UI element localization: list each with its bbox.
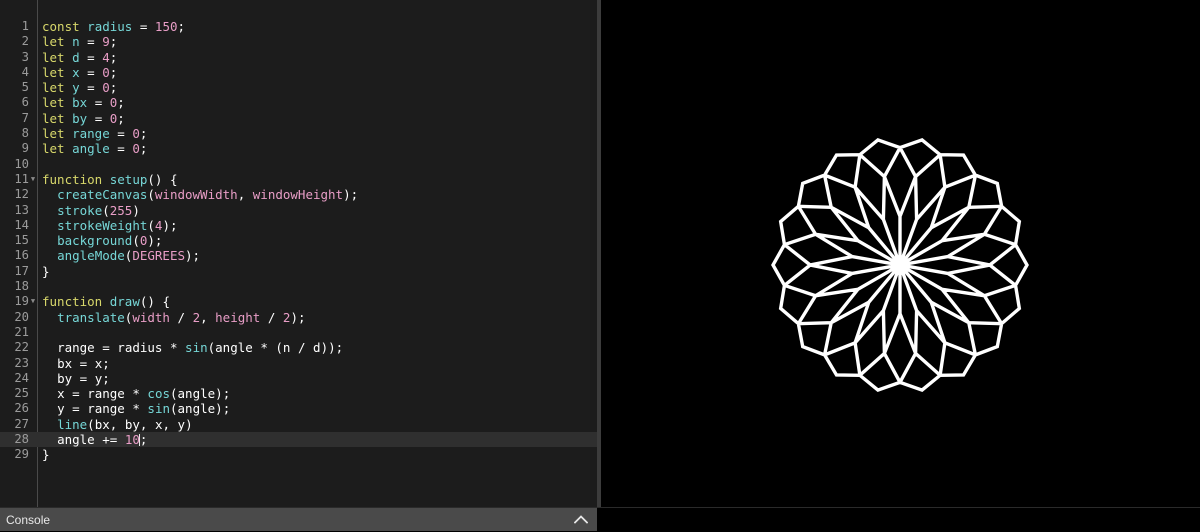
code-line-13[interactable]: 13 stroke(255) bbox=[0, 203, 597, 218]
line-number-29: 29 bbox=[14, 447, 29, 462]
code-line-text: let y = 0; bbox=[42, 80, 118, 96]
p5-editor-window: 1 const radius = 150; 2 let n = 9; 3 let d = … bbox=[0, 0, 1200, 532]
code-line-22[interactable]: 22 range = radius * sin(angle * (n / d))… bbox=[0, 340, 597, 355]
code-line-text: createCanvas(windowWidth, windowHeight); bbox=[57, 187, 359, 203]
code-line-24[interactable]: 24 by = y; bbox=[0, 371, 597, 386]
code-line-27[interactable]: 27 line(bx, by, x, y) bbox=[0, 417, 597, 432]
rose-curve-mandala-drawing bbox=[771, 138, 1029, 392]
code-line-text: let by = 0; bbox=[42, 110, 125, 126]
code-line-text: stroke(255) bbox=[57, 202, 140, 218]
code-line-3[interactable]: 3 let d = 4; bbox=[0, 50, 597, 65]
line-number-13: 13 bbox=[14, 202, 29, 217]
line-number-18: 18 bbox=[14, 279, 29, 294]
code-line-29[interactable]: 29} bbox=[0, 447, 597, 462]
code-line-14[interactable]: 14 strokeWeight(4); bbox=[0, 218, 597, 233]
line-number-8: 8 bbox=[21, 126, 29, 141]
code-line-28[interactable]: 28 angle += 10; bbox=[0, 432, 597, 448]
code-line-text: } bbox=[42, 263, 50, 279]
code-line-26[interactable]: 26 y = range * sin(angle); bbox=[0, 401, 597, 416]
code-line-23[interactable]: 23 bx = x; bbox=[0, 356, 597, 371]
console-bar[interactable]: Console bbox=[0, 507, 1200, 532]
code-line-5[interactable]: 5 let y = 0; bbox=[0, 80, 597, 95]
code-line-20[interactable]: 20 translate(width / 2, height / 2); bbox=[0, 310, 597, 325]
line-number-11: 11 bbox=[14, 171, 29, 186]
code-line-text: bx = x; bbox=[57, 355, 110, 371]
line-number-23: 23 bbox=[14, 355, 29, 370]
code-line-text: background(0); bbox=[57, 233, 163, 249]
code-line-15[interactable]: 15 background(0); bbox=[0, 233, 597, 248]
code-line-text: function draw() { bbox=[42, 294, 170, 310]
code-line-21[interactable]: 21 bbox=[0, 325, 597, 340]
line-number-27: 27 bbox=[14, 416, 29, 431]
line-number-5: 5 bbox=[21, 80, 29, 95]
line-number-14: 14 bbox=[14, 217, 29, 232]
code-line-8[interactable]: 8 let range = 0; bbox=[0, 126, 597, 141]
code-lines-container[interactable]: 1 const radius = 150; 2 let n = 9; 3 let d = … bbox=[0, 0, 597, 463]
code-line-text: let angle = 0; bbox=[42, 141, 148, 157]
line-number-9: 9 bbox=[21, 141, 29, 156]
sketch-canvas-pane[interactable] bbox=[601, 0, 1200, 507]
line-number-19: 19 bbox=[14, 294, 29, 309]
chevron-up-glyph bbox=[574, 515, 588, 524]
code-line-10[interactable]: 10 bbox=[0, 157, 597, 172]
code-line-text: x = range * cos(angle); bbox=[57, 386, 231, 402]
line-number-15: 15 bbox=[14, 233, 29, 248]
line-number-20: 20 bbox=[14, 309, 29, 324]
line-number-28: 28 bbox=[14, 432, 29, 447]
line-number-10: 10 bbox=[14, 156, 29, 171]
code-line-text: translate(width / 2, height / 2); bbox=[57, 309, 306, 325]
line-number-24: 24 bbox=[14, 370, 29, 385]
code-line-text: } bbox=[42, 447, 50, 463]
rose-curve-path bbox=[771, 138, 1029, 392]
code-line-1[interactable]: 1 const radius = 150; bbox=[0, 19, 597, 34]
line-number-22: 22 bbox=[14, 340, 29, 355]
console-bar-inner: Console bbox=[0, 508, 597, 532]
code-line-text: angleMode(DEGREES); bbox=[57, 248, 201, 264]
code-line-7[interactable]: 7 let by = 0; bbox=[0, 111, 597, 126]
code-line-text: let d = 4; bbox=[42, 49, 118, 65]
workspace: 1 const radius = 150; 2 let n = 9; 3 let d = … bbox=[0, 0, 1200, 507]
code-line-text: range = radius * sin(angle * (n / d)); bbox=[57, 340, 344, 356]
code-line-text: function setup() { bbox=[42, 171, 178, 187]
code-line-text: let x = 0; bbox=[42, 64, 118, 80]
line-number-2: 2 bbox=[21, 34, 29, 49]
chevron-up-icon[interactable] bbox=[570, 508, 592, 532]
line-number-21: 21 bbox=[14, 324, 29, 339]
code-line-16[interactable]: 16 angleMode(DEGREES); bbox=[0, 248, 597, 263]
code-line-18[interactable]: 18 bbox=[0, 279, 597, 294]
code-line-text: by = y; bbox=[57, 370, 110, 386]
line-number-26: 26 bbox=[14, 401, 29, 416]
code-line-17[interactable]: 17} bbox=[0, 264, 597, 279]
code-line-2[interactable]: 2 let n = 9; bbox=[0, 34, 597, 49]
code-line-text: line(bx, by, x, y) bbox=[57, 416, 193, 432]
line-number-1: 1 bbox=[21, 19, 29, 33]
code-line-4[interactable]: 4 let x = 0; bbox=[0, 65, 597, 80]
line-number-4: 4 bbox=[21, 64, 29, 79]
code-line-text: let n = 9; bbox=[42, 34, 118, 50]
code-line-12[interactable]: 12 createCanvas(windowWidth, windowHeigh… bbox=[0, 187, 597, 202]
line-number-7: 7 bbox=[21, 110, 29, 125]
code-editor-pane[interactable]: 1 const radius = 150; 2 let n = 9; 3 let d = … bbox=[0, 0, 597, 507]
line-number-12: 12 bbox=[14, 187, 29, 202]
code-line-text: y = range * sin(angle); bbox=[57, 401, 231, 417]
console-bar-filler bbox=[597, 507, 1200, 532]
code-line-25[interactable]: 25 x = range * cos(angle); bbox=[0, 386, 597, 401]
code-line-9[interactable]: 9 let angle = 0; bbox=[0, 141, 597, 156]
line-number-25: 25 bbox=[14, 386, 29, 401]
code-line-6[interactable]: 6 let bx = 0; bbox=[0, 95, 597, 110]
console-label: Console bbox=[6, 512, 51, 527]
line-number-3: 3 bbox=[21, 49, 29, 64]
code-line-text: const radius = 150; bbox=[42, 19, 186, 34]
code-line-19[interactable]: 19 ▼ function draw() { bbox=[0, 294, 597, 309]
code-line-text: strokeWeight(4); bbox=[57, 217, 178, 233]
code-line-text: let bx = 0; bbox=[42, 95, 125, 111]
code-line-text: let range = 0; bbox=[42, 126, 148, 142]
line-number-17: 17 bbox=[14, 263, 29, 278]
code-fold-icon[interactable]: ▼ bbox=[29, 294, 37, 309]
code-fold-icon[interactable]: ▼ bbox=[29, 172, 37, 187]
line-number-6: 6 bbox=[21, 95, 29, 110]
code-line-11[interactable]: 11 ▼ function setup() { bbox=[0, 172, 597, 187]
code-line-text: angle += 10; bbox=[57, 432, 148, 448]
line-number-16: 16 bbox=[14, 248, 29, 263]
